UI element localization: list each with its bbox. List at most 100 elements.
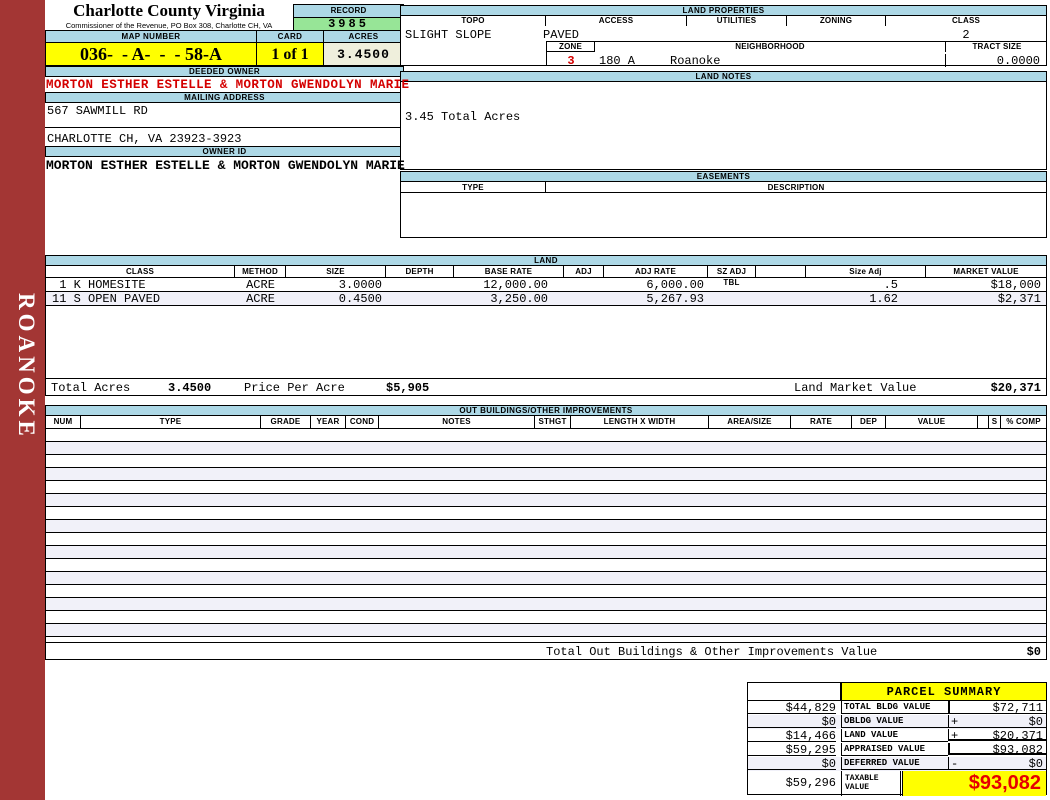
cell-appraised-value: $93,082 [948, 743, 1046, 755]
acres-value: 3.4500 [323, 42, 404, 66]
land-col-depth: DEPTH [386, 266, 454, 277]
land-cell-size-adj: 1.62 [806, 292, 898, 306]
land-col-base-rate: BASE RATE [454, 266, 564, 277]
cell-obldg-value: + $0 [948, 715, 1046, 728]
land-properties-section: LAND PROPERTIES TOPO ACCESS UTILITIES ZO… [400, 5, 1047, 66]
value: $0 [963, 715, 1043, 729]
label-appraised-value: APPRAISED VALUE [841, 743, 948, 756]
easements-box: TYPE DESCRIPTION [400, 181, 1047, 238]
zoning-header: ZONING [787, 16, 886, 26]
ob-col-cond: COND [346, 416, 379, 428]
county-header: Charlotte County Virginia Commissioner o… [45, 0, 293, 30]
land-totals-row: Total Acres 3.4500 Price Per Acre $5,905… [46, 378, 1046, 395]
ob-col-rate: RATE [791, 416, 852, 428]
land-cell-adj-rate: 5,267.93 [604, 292, 704, 306]
cell-total-bldg-value: $72,711 [948, 701, 1046, 714]
access-value: PAVED [543, 28, 579, 42]
prior-land-value: $14,466 [748, 729, 836, 742]
tract-size-label: TRACT SIZE [945, 42, 1048, 52]
taxable-value-cell: $93,082 [902, 771, 1046, 796]
ob-col-notes: NOTES [379, 416, 535, 428]
utilities-header: UTILITIES [687, 16, 787, 26]
out-buildings-header-row: NUM TYPE GRADE YEAR COND NOTES STHGT LEN… [46, 416, 1046, 429]
label-taxable-value: TAXABLE VALUE [841, 771, 901, 796]
land-cell-market-value: $18,000 [926, 278, 1041, 292]
ob-col-sthgt: STHGT [535, 416, 571, 428]
price-per-acre-value: $5,905 [386, 381, 429, 395]
out-buildings-total-label: Total Out Buildings & Other Improvements… [546, 645, 877, 659]
ob-col-value: VALUE [886, 416, 978, 428]
mailing-address-label: MAILING ADDRESS [45, 92, 404, 103]
value: $0 [963, 757, 1043, 771]
taxable-value: $93,082 [906, 772, 1041, 795]
total-acres-value: 3.4500 [168, 381, 211, 395]
owner-id-value: MORTON ESTHER ESTELLE & MORTON GWENDOLYN… [46, 158, 405, 173]
label-land-value: LAND VALUE [841, 729, 948, 742]
land-cell-market-value: $2,371 [926, 292, 1041, 306]
parcel-summary: PARCEL SUMMARY $44,829 TOTAL BLDG VALUE … [747, 682, 1047, 795]
land-col-method: METHOD [235, 266, 286, 277]
land-cell-base-rate: 12,000.00 [454, 278, 548, 292]
ob-col-length-width: LENGTH X WIDTH [571, 416, 709, 428]
label-deferred-value: DEFERRED VALUE [841, 757, 948, 770]
total-acres-label: Total Acres [51, 381, 130, 395]
address-divider [45, 127, 404, 128]
commissioner-line: Commissioner of the Revenue, PO Box 308,… [45, 21, 293, 30]
out-buildings-total-row: Total Out Buildings & Other Improvements… [46, 642, 1046, 659]
out-buildings-section: OUT BUILDINGS/OTHER IMPROVEMENTS NUM TYP… [45, 405, 1047, 660]
record-box: RECORD 3985 [293, 4, 404, 30]
map-number-value: 036- - A- - - 58-A [45, 42, 257, 66]
topo-value: SLIGHT SLOPE [405, 28, 491, 42]
land-col-market-value: MARKET VALUE [926, 266, 1046, 277]
value: $93,082 [963, 743, 1043, 757]
ob-col-blank [978, 416, 989, 428]
mailing-address-line2: CHARLOTTE CH, VA 23923-3923 [47, 132, 241, 146]
sidebar-district-label: ROANOKE [7, 293, 39, 493]
label-obldg-value: OBLDG VALUE [841, 715, 948, 728]
prior-deferred-value: $0 [748, 757, 836, 770]
zone-neighborhood-box: ZONE NEIGHBORHOOD TRACT SIZE 3 180 A Roa… [546, 41, 1047, 66]
card-value: 1 of 1 [256, 42, 324, 66]
land-cell-size: 0.4500 [286, 292, 382, 306]
land-title: LAND [45, 255, 1047, 266]
land-col-size: SIZE [286, 266, 386, 277]
land-market-value-label: Land Market Value [794, 381, 916, 395]
zone-label: ZONE [547, 42, 595, 52]
land-row: 1 K HOMESITE ACRE 3.0000 12,000.00 6,000… [46, 278, 1046, 292]
price-per-acre-label: Price Per Acre [244, 381, 345, 395]
topo-header: TOPO [401, 16, 546, 26]
land-col-class: CLASS [46, 266, 235, 277]
out-buildings-title: OUT BUILDINGS/OTHER IMPROVEMENTS [45, 405, 1047, 416]
owner-id-label: OWNER ID [45, 146, 404, 157]
neighborhood-label: NEIGHBORHOOD [595, 42, 945, 52]
class-header: CLASS [886, 16, 1046, 26]
land-cell-adj-rate: 6,000.00 [604, 278, 704, 292]
ob-col-num: NUM [46, 416, 81, 428]
land-cell-method: ACRE [235, 292, 286, 306]
ob-col-pct-comp: % COMP [1001, 416, 1046, 428]
zone-value: 3 [547, 54, 595, 68]
land-cell-class: 11 S OPEN PAVED [52, 292, 160, 306]
land-section: LAND CLASS METHOD SIZE DEPTH BASE RATE A… [45, 255, 1047, 396]
prior-taxable-value: $59,296 [748, 771, 836, 796]
sidebar: ROANOKE [0, 0, 45, 800]
cell-deferred-value: - $0 [948, 757, 1046, 770]
land-cell-base-rate: 3,250.00 [454, 292, 548, 306]
land-col-size-adj: Size Adj [806, 266, 926, 277]
land-row: 11 S OPEN PAVED ACRE 0.4500 3,250.00 5,2… [46, 292, 1046, 306]
mailing-address-line1: 567 SAWMILL RD [47, 104, 148, 118]
land-col-sz-adj-tbl: SZ ADJ TBL [708, 266, 756, 277]
value: $20,371 [963, 729, 1043, 743]
land-cell-size-adj: .5 [806, 278, 898, 292]
land-market-value: $20,371 [916, 381, 1041, 395]
out-buildings-empty-rows [46, 429, 1046, 642]
ob-col-grade: GRADE [261, 416, 311, 428]
value: $72,711 [963, 701, 1043, 715]
ob-col-area-size: AREA/SIZE [709, 416, 791, 428]
prior-total-bldg-value: $44,829 [748, 701, 836, 714]
access-header: ACCESS [546, 16, 687, 26]
deeded-owner-value: MORTON ESTHER ESTELLE & MORTON GWENDOLYN… [46, 78, 409, 92]
op: + [951, 729, 958, 743]
easement-type-header: TYPE [401, 182, 546, 193]
land-col-adj: ADJ [564, 266, 604, 277]
